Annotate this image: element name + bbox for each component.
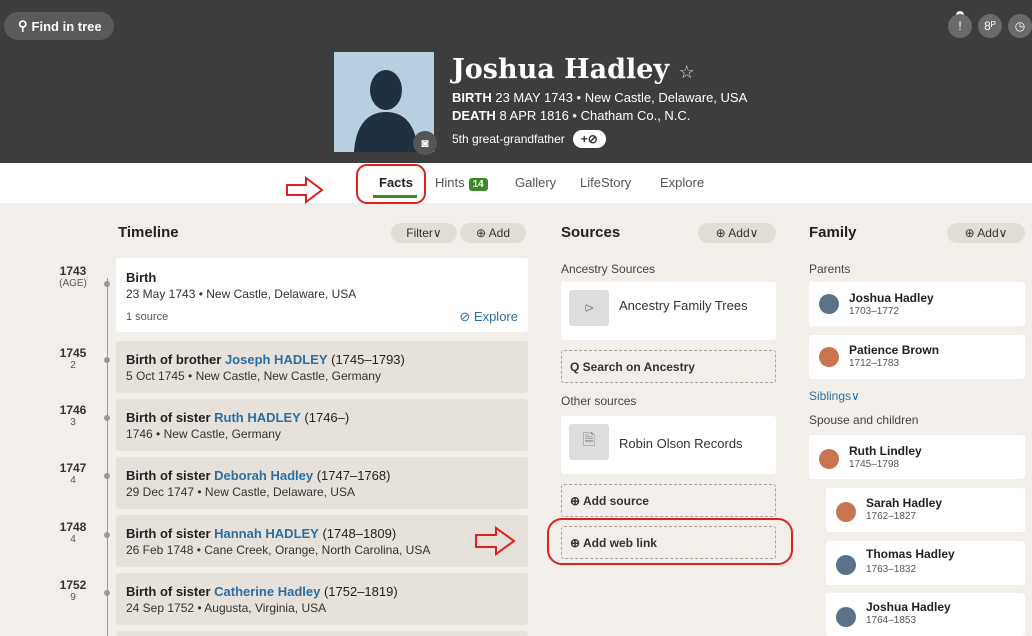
arrow-icon (286, 176, 324, 204)
highlight-circle-icon (547, 518, 793, 565)
highlight-circle-icon (356, 164, 426, 204)
arrow-icon (475, 526, 516, 556)
annotation-overlay (286, 164, 793, 565)
